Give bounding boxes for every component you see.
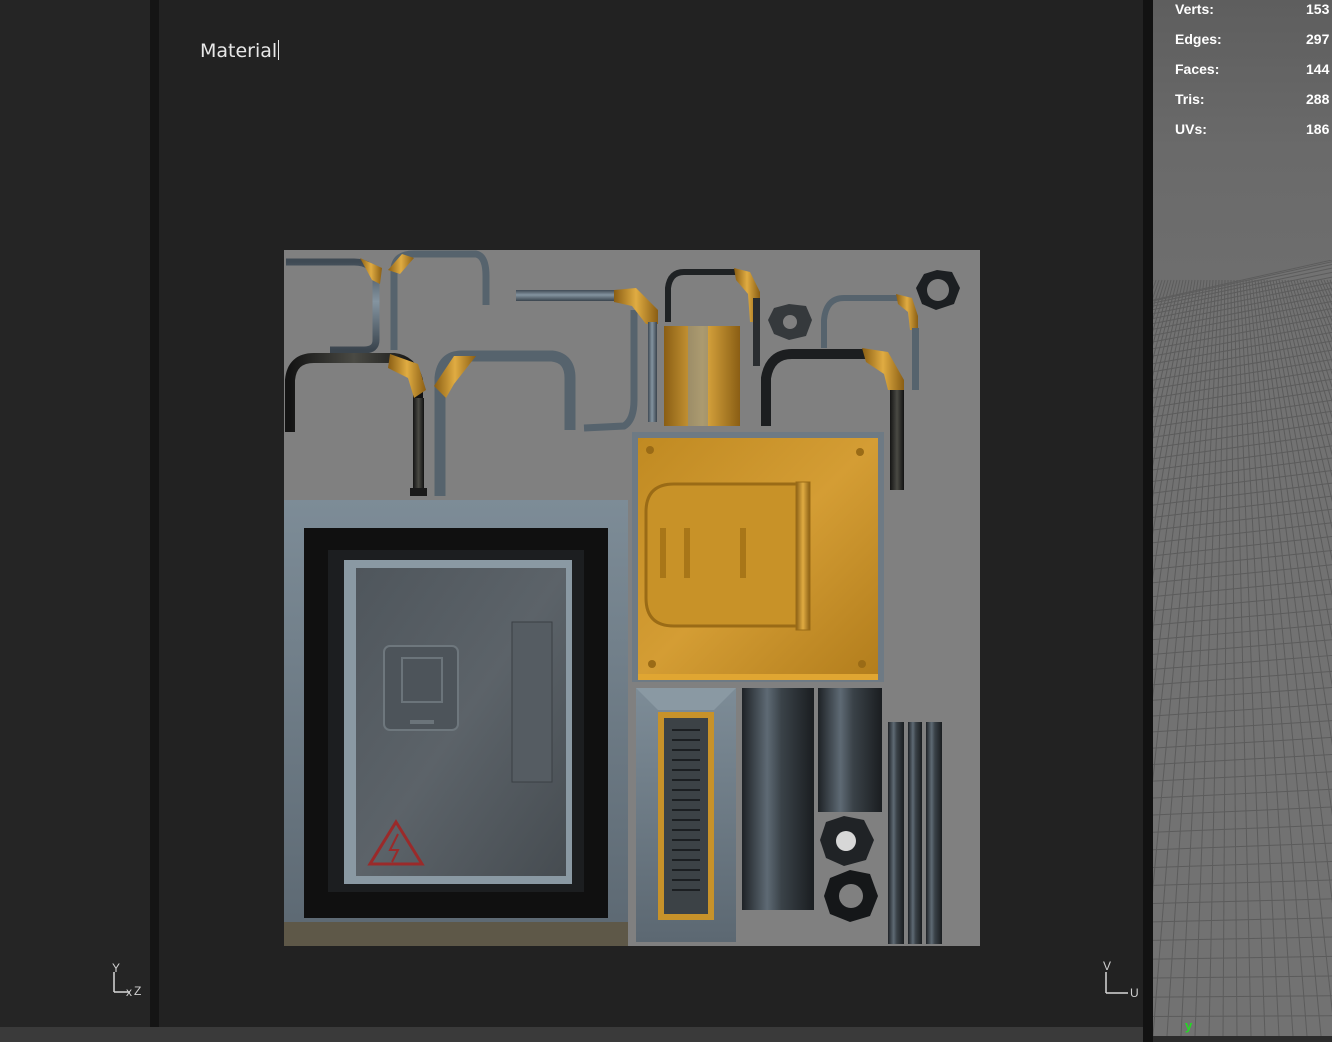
stat-label: Faces: (1175, 61, 1220, 77)
stat-row-edges: Edges: 297 (1153, 31, 1332, 51)
text-caret (278, 40, 280, 60)
axis-gizmo-3d: y (1185, 1018, 1192, 1033)
axis-y-3d-label: y (1185, 1018, 1193, 1033)
material-name-text: Material (200, 40, 278, 62)
stat-value: 186 (1306, 121, 1330, 137)
stat-row-uvs: UVs: 186 (1153, 121, 1332, 141)
viewport-3d-panel[interactable]: Verts: 153 Edges: 297 Faces: 144 Tris: 2… (1153, 0, 1332, 1036)
stat-row-faces: Faces: 144 (1153, 61, 1332, 81)
stat-value: 288 (1306, 91, 1330, 107)
axis-gizmo-uv: V U (1103, 959, 1139, 1000)
uv-editor-window: Material Y x Z V U Verts: 153 Edges: 297… (0, 0, 1332, 1042)
washer-uv-4[interactable] (824, 870, 878, 922)
dark-cylinder-uv-1[interactable] (742, 688, 814, 910)
stat-row-verts: Verts: 153 (1153, 1, 1332, 21)
uv-texture-atlas[interactable] (284, 250, 980, 946)
axis-z-label: Z (134, 984, 141, 998)
stat-row-tris: Tris: 288 (1153, 91, 1332, 111)
axis-y-label: Y (112, 961, 120, 975)
perspective-grid-floor (1153, 260, 1332, 1036)
axis-x-label: x (126, 985, 132, 999)
left-toolbar-strip (0, 0, 150, 1027)
material-name-label[interactable]: Material (200, 40, 280, 62)
brass-lid-uv[interactable] (632, 432, 884, 682)
bottom-scrollbar[interactable] (0, 1027, 1143, 1042)
stat-value: 153 (1306, 1, 1330, 17)
stat-value: 297 (1306, 31, 1330, 47)
axis-v-label: V (1103, 959, 1111, 973)
dark-cylinder-uv-2[interactable] (818, 688, 882, 812)
stat-label: UVs: (1175, 121, 1207, 137)
stat-label: Edges: (1175, 31, 1222, 47)
panel-divider-left[interactable] (150, 0, 159, 1027)
axis-u-label: U (1130, 986, 1139, 1000)
panel-divider-right[interactable] (1143, 0, 1153, 1042)
metal-frame-uv[interactable] (284, 500, 628, 946)
vent-panel-uv[interactable] (636, 688, 736, 942)
brass-cylinder-highlight (688, 326, 708, 426)
viewport-3d-bottom-edge (1153, 1036, 1332, 1042)
stat-label: Tris: (1175, 91, 1205, 107)
stat-value: 144 (1306, 61, 1330, 77)
stat-label: Verts: (1175, 1, 1214, 17)
axis-gizmo-left: Y x Z (112, 961, 141, 999)
thin-rods-uv[interactable] (888, 722, 942, 944)
